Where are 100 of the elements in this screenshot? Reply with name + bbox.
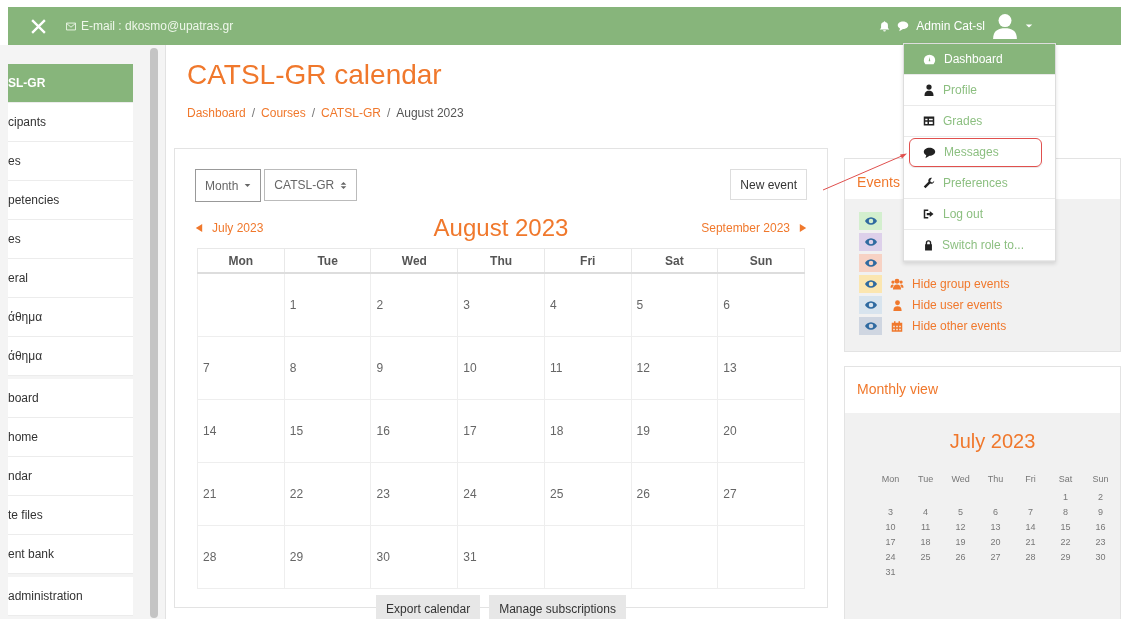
day-number[interactable]: 28 [1013, 549, 1049, 564]
day-cell[interactable]: 9 [370, 336, 458, 400]
eye-icon [864, 322, 877, 330]
eye-toggle[interactable] [859, 317, 883, 335]
view-select[interactable]: Month [195, 169, 262, 202]
sidebar-item[interactable]: ent bank [8, 535, 133, 574]
day-cell[interactable]: 1 [284, 273, 371, 337]
person-icon [891, 298, 903, 312]
day-cell[interactable]: 30 [370, 525, 458, 589]
course-select[interactable]: CATSL-GR [264, 169, 358, 201]
sidebar-item[interactable]: es [8, 220, 133, 259]
day-cell[interactable]: 25 [544, 462, 632, 526]
page-title: CATSL-GR calendar [187, 59, 442, 91]
calendar-action-button[interactable]: Manage subscriptions [489, 595, 626, 619]
day-cell[interactable]: 14 [197, 399, 285, 463]
day-cell[interactable]: 23 [370, 462, 458, 526]
day-number[interactable]: 10 [873, 519, 909, 534]
breadcrumb-link[interactable]: Dashboard [187, 106, 246, 120]
breadcrumb-link[interactable]: CATSL-GR [321, 106, 381, 120]
eye-toggle[interactable] [859, 254, 883, 272]
day-number[interactable]: 23 [1083, 534, 1119, 549]
day-cell[interactable]: 31 [457, 525, 545, 589]
sidebar-item[interactable]: άθημα [8, 298, 133, 337]
day-number[interactable]: 30 [1083, 549, 1119, 564]
day-number[interactable]: 2 [1083, 489, 1119, 504]
day-number[interactable]: 6 [978, 504, 1014, 519]
day-number[interactable]: 25 [908, 549, 944, 564]
sidebar-item[interactable]: άθημα [8, 337, 133, 376]
day-number[interactable]: 16 [1083, 519, 1119, 534]
day-cell[interactable]: 7 [197, 336, 285, 400]
day-cell[interactable]: 12 [631, 336, 718, 400]
day-cell[interactable]: 20 [717, 399, 805, 463]
day-cell[interactable]: 29 [284, 525, 371, 589]
sidebar-item[interactable]: eral [8, 259, 133, 298]
day-cell[interactable]: 15 [284, 399, 371, 463]
eye-icon [864, 259, 877, 267]
day-cell[interactable]: 16 [370, 399, 458, 463]
day-cell[interactable]: 26 [631, 462, 718, 526]
day-number[interactable]: 21 [1013, 534, 1049, 549]
sidebar-item[interactable]: cipants [8, 103, 133, 142]
day-number[interactable]: 31 [873, 564, 909, 579]
day-number[interactable]: 11 [908, 519, 944, 534]
day-number[interactable]: 22 [1048, 534, 1084, 549]
eye-toggle[interactable] [859, 296, 883, 314]
day-cell[interactable]: 28 [197, 525, 285, 589]
next-month-link[interactable]: September 2023 [617, 221, 807, 235]
day-cell[interactable]: 24 [457, 462, 545, 526]
day-cell[interactable]: 18 [544, 399, 632, 463]
day-cell[interactable]: 3 [457, 273, 545, 337]
day-cell[interactable]: 8 [284, 336, 371, 400]
day-number[interactable]: 29 [1048, 549, 1084, 564]
previous-month-link[interactable]: July 2023 [195, 221, 385, 235]
day-cell[interactable]: 6 [717, 273, 805, 337]
sidebar-item[interactable]: petencies [8, 181, 133, 220]
day-number[interactable]: 24 [873, 549, 909, 564]
day-number[interactable]: 9 [1083, 504, 1119, 519]
day-number[interactable]: 19 [943, 534, 979, 549]
eye-toggle[interactable] [859, 233, 883, 251]
breadcrumb-link[interactable]: Courses [261, 106, 306, 120]
day-number[interactable]: 18 [908, 534, 944, 549]
eye-icon [864, 238, 877, 246]
day-cell[interactable]: 21 [197, 462, 285, 526]
sidebar-item[interactable]: es [8, 142, 133, 181]
card-title: Events [857, 174, 900, 190]
sidebar-item[interactable]: te files [8, 496, 133, 535]
day-cell[interactable]: 4 [544, 273, 632, 337]
day-cell[interactable]: 11 [544, 336, 632, 400]
eye-toggle[interactable] [859, 212, 883, 230]
day-number[interactable]: 3 [873, 504, 909, 519]
day-number[interactable]: 20 [978, 534, 1014, 549]
scrollbar[interactable] [150, 48, 158, 618]
day-number[interactable]: 4 [908, 504, 944, 519]
calendar-icon [891, 319, 904, 333]
day-cell[interactable]: 27 [717, 462, 805, 526]
day-number[interactable]: 7 [1013, 504, 1049, 519]
sidebar-item[interactable]: home [8, 418, 133, 457]
day-number[interactable]: 13 [978, 519, 1014, 534]
day-number[interactable]: 14 [1013, 519, 1049, 534]
day-number[interactable]: 15 [1048, 519, 1084, 534]
day-cell[interactable]: 2 [370, 273, 458, 337]
sidebar-item[interactable]: board [8, 379, 133, 418]
sidebar-item[interactable]: ndar [8, 457, 133, 496]
day-cell[interactable]: 10 [457, 336, 545, 400]
day-cell[interactable]: 5 [631, 273, 718, 337]
day-number[interactable]: 27 [978, 549, 1014, 564]
eye-toggle[interactable] [859, 275, 883, 293]
day-number[interactable]: 8 [1048, 504, 1084, 519]
day-number[interactable]: 1 [1048, 489, 1084, 504]
eye-icon [864, 280, 877, 288]
day-number[interactable]: 5 [943, 504, 979, 519]
new-event-button[interactable]: New event [730, 169, 807, 200]
calendar-action-button[interactable]: Export calendar [376, 595, 481, 619]
day-cell[interactable]: 13 [717, 336, 805, 400]
day-cell[interactable]: 19 [631, 399, 718, 463]
day-cell[interactable]: 22 [284, 462, 371, 526]
day-cell[interactable]: 17 [457, 399, 545, 463]
sidebar-item[interactable]: administration [8, 577, 133, 616]
day-number[interactable]: 12 [943, 519, 979, 534]
day-number[interactable]: 26 [943, 549, 979, 564]
day-number[interactable]: 17 [873, 534, 909, 549]
